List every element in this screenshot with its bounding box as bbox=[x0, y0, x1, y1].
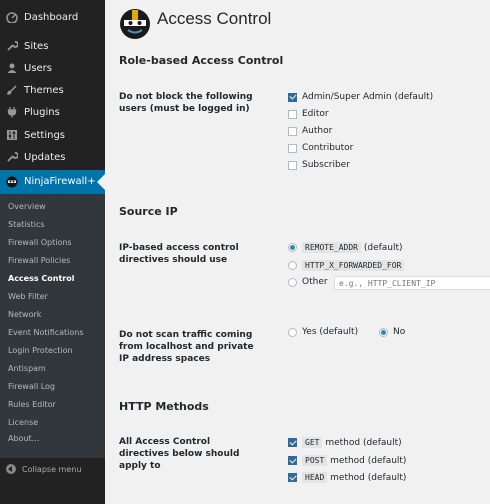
other-ip-input[interactable] bbox=[334, 276, 490, 290]
role-option-editor[interactable]: Editor bbox=[288, 109, 329, 119]
ip-option-other[interactable]: Other bbox=[288, 277, 328, 287]
radio[interactable] bbox=[379, 327, 388, 337]
sidebar-item-ninjafirewall[interactable]: NinjaFirewall+ bbox=[0, 170, 105, 194]
brush-icon bbox=[6, 84, 18, 96]
option-label: Contributor bbox=[302, 143, 354, 153]
option-label: Author bbox=[302, 126, 333, 136]
submenu-item-rules-editor[interactable]: Rules Editor bbox=[8, 400, 56, 409]
ip-option-remote-addr[interactable]: REMOTE_ADDR (default) bbox=[288, 242, 403, 253]
submenu-item-firewall-log[interactable]: Firewall Log bbox=[8, 382, 55, 391]
localhost-option-yes[interactable]: Yes (default) bbox=[288, 327, 358, 337]
sidebar-item-label: Themes bbox=[24, 84, 64, 96]
submenu-item-license[interactable]: License bbox=[8, 418, 38, 427]
collapse-menu-button[interactable]: Collapse menu bbox=[6, 464, 81, 474]
sidebar-item-label: Sites bbox=[24, 40, 49, 52]
wrench-icon bbox=[6, 40, 18, 52]
option-label: No bbox=[393, 327, 406, 337]
option-code: GET bbox=[302, 437, 323, 448]
plug-icon bbox=[6, 106, 18, 118]
row-label-http-methods: All Access Control directives below shou… bbox=[119, 437, 240, 471]
localhost-option-no[interactable]: No bbox=[379, 327, 405, 337]
role-option-admin[interactable]: Admin/Super Admin (default) bbox=[288, 92, 433, 102]
radio[interactable] bbox=[288, 277, 297, 287]
settings-icon bbox=[6, 129, 18, 141]
submenu-item-antispam[interactable]: Antispam bbox=[8, 364, 46, 373]
option-code: POST bbox=[302, 455, 328, 466]
radio[interactable] bbox=[288, 261, 297, 270]
option-label: method (default) bbox=[330, 455, 407, 466]
ninjafirewall-submenu: Overview Statistics Firewall Options Fir… bbox=[0, 194, 105, 458]
option-label: method (default) bbox=[330, 472, 407, 483]
wrench-icon bbox=[6, 151, 18, 163]
current-menu-arrow bbox=[97, 174, 105, 190]
main-content: Access Control Role-based Access Control… bbox=[105, 0, 490, 504]
role-option-subscriber[interactable]: Subscriber bbox=[288, 160, 350, 170]
sidebar-item-themes[interactable]: Themes bbox=[0, 79, 105, 101]
section-title-http-methods: HTTP Methods bbox=[119, 400, 209, 413]
option-label: Admin/Super Admin (default) bbox=[302, 92, 434, 102]
option-code: REMOTE_ADDR bbox=[302, 242, 361, 253]
method-option-get[interactable]: GET method (default) bbox=[288, 437, 402, 448]
sidebar-item-dashboard[interactable]: Dashboard bbox=[0, 6, 105, 28]
dashboard-icon bbox=[6, 11, 18, 23]
sidebar-item-sites[interactable]: Sites bbox=[0, 35, 105, 57]
sidebar-item-label: Settings bbox=[24, 129, 66, 141]
option-label: (default) bbox=[363, 242, 403, 253]
ninjafirewall-logo bbox=[119, 8, 151, 40]
sidebar-item-plugins[interactable]: Plugins bbox=[0, 101, 105, 123]
radio[interactable] bbox=[288, 243, 297, 252]
role-option-contributor[interactable]: Contributor bbox=[288, 143, 353, 153]
submenu-item-about[interactable]: About... bbox=[8, 434, 39, 443]
page-title: Access Control bbox=[157, 9, 272, 28]
sidebar-item-settings[interactable]: Settings bbox=[0, 124, 105, 146]
checkbox[interactable] bbox=[288, 143, 297, 153]
checkbox[interactable] bbox=[288, 438, 297, 447]
sidebar-item-label: Updates bbox=[24, 151, 66, 163]
option-label: method (default) bbox=[325, 437, 402, 448]
submenu-item-statistics[interactable]: Statistics bbox=[8, 220, 45, 229]
checkbox[interactable] bbox=[288, 473, 297, 482]
submenu-item-web-filter[interactable]: Web Filter bbox=[8, 292, 48, 301]
submenu-item-firewall-policies[interactable]: Firewall Policies bbox=[8, 256, 70, 265]
collapse-menu-label: Collapse menu bbox=[22, 464, 82, 474]
row-label-localhost: Do not scan traffic coming from localhos… bbox=[119, 330, 254, 364]
checkbox[interactable] bbox=[288, 126, 297, 136]
sidebar-item-label: Users bbox=[24, 62, 53, 74]
sidebar-item-label: Dashboard bbox=[24, 11, 79, 23]
ip-option-x-forwarded-for[interactable]: HTTP_X_FORWARDED_FOR bbox=[288, 260, 405, 271]
option-code: HEAD bbox=[302, 472, 328, 483]
checkbox[interactable] bbox=[288, 109, 297, 119]
submenu-item-firewall-options[interactable]: Firewall Options bbox=[8, 238, 72, 247]
sidebar-item-label: Plugins bbox=[24, 106, 60, 118]
method-option-post[interactable]: POST method (default) bbox=[288, 455, 406, 466]
checkbox[interactable] bbox=[288, 456, 297, 465]
submenu-item-login-protection[interactable]: Login Protection bbox=[8, 346, 73, 355]
ninja-icon bbox=[6, 176, 18, 188]
option-code: HTTP_X_FORWARDED_FOR bbox=[302, 260, 405, 271]
role-option-author[interactable]: Author bbox=[288, 126, 332, 136]
row-label-source-ip: IP-based access control directives shoul… bbox=[119, 243, 239, 265]
collapse-icon bbox=[6, 464, 16, 474]
option-label: Other bbox=[302, 277, 328, 287]
checkbox[interactable] bbox=[288, 92, 297, 102]
sidebar-item-users[interactable]: Users bbox=[0, 57, 105, 79]
submenu-item-event-notifications[interactable]: Event Notifications bbox=[8, 328, 84, 337]
option-label: Editor bbox=[302, 109, 329, 119]
checkbox[interactable] bbox=[288, 160, 297, 170]
users-icon bbox=[6, 62, 18, 74]
submenu-item-overview[interactable]: Overview bbox=[8, 202, 46, 211]
radio[interactable] bbox=[288, 327, 297, 337]
row-label-role: Do not block the following users (must b… bbox=[119, 92, 253, 114]
method-option-head[interactable]: HEAD method (default) bbox=[288, 472, 406, 483]
sidebar-item-updates[interactable]: Updates bbox=[0, 146, 105, 168]
option-label: Yes (default) bbox=[302, 327, 359, 337]
section-title-role: Role-based Access Control bbox=[119, 54, 284, 67]
sidebar-item-label: NinjaFirewall+ bbox=[24, 176, 96, 187]
option-label: Subscriber bbox=[302, 160, 350, 170]
submenu-item-access-control[interactable]: Access Control bbox=[8, 274, 74, 283]
section-title-source-ip: Source IP bbox=[119, 205, 178, 218]
submenu-item-network[interactable]: Network bbox=[8, 310, 41, 319]
admin-sidebar: Dashboard Sites Users Themes Plugins Set… bbox=[0, 0, 105, 504]
